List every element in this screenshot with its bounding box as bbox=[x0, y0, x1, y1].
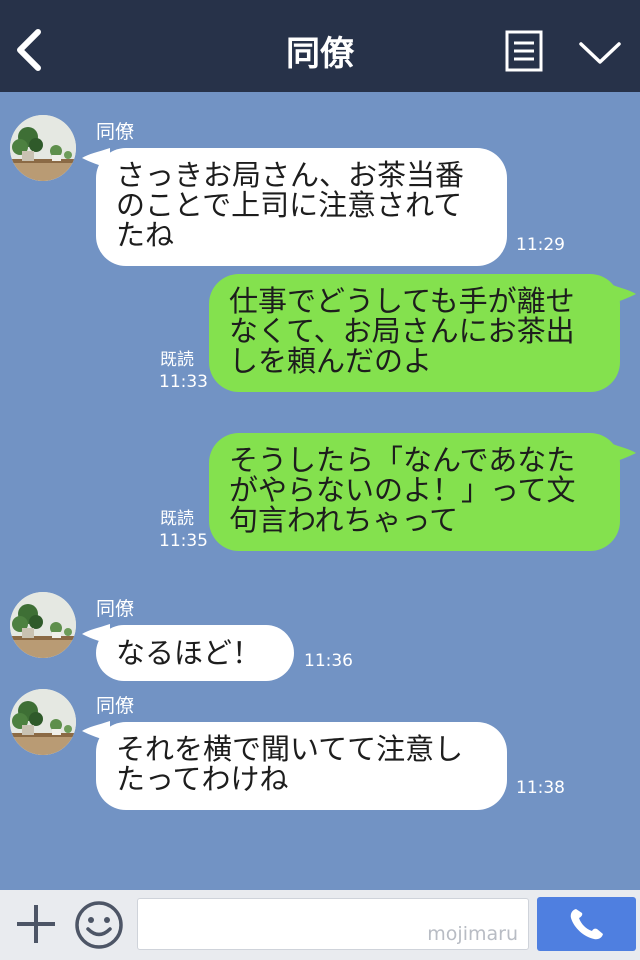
plus-icon[interactable] bbox=[14, 902, 58, 946]
read-receipt: 既読 bbox=[160, 509, 194, 529]
menu-icon[interactable] bbox=[505, 30, 543, 72]
avatar[interactable] bbox=[10, 115, 76, 181]
back-icon[interactable] bbox=[12, 28, 46, 72]
message-time: 11:36 bbox=[304, 651, 353, 671]
message-bubble[interactable]: 仕事でどうしても手が離せ なくて、お局さんにお茶出 しを頼んだのよ bbox=[209, 274, 620, 392]
phone-icon bbox=[570, 909, 603, 940]
avatar[interactable] bbox=[10, 592, 76, 658]
chat-header: 同僚 bbox=[0, 0, 640, 92]
chat-area[interactable]: 同僚 さっきお局さん、お茶当番 のことで上司に注意されて たね 11:29 仕事… bbox=[0, 92, 640, 890]
message-bubble[interactable]: そうしたら「なんであなた がやらないのよ！」って文 句言われちゃって bbox=[209, 433, 620, 551]
sender-name: 同僚 bbox=[96, 695, 135, 717]
message-time: 11:33 bbox=[159, 372, 208, 392]
avatar[interactable] bbox=[10, 689, 76, 755]
message-bubble[interactable]: それを横で聞いてて注意し たってわけね bbox=[96, 722, 507, 810]
sender-name: 同僚 bbox=[96, 598, 135, 620]
sender-name: 同僚 bbox=[96, 121, 135, 143]
message-bubble[interactable]: さっきお局さん、お茶当番 のことで上司に注意されて たね bbox=[96, 148, 507, 266]
message-time: 11:35 bbox=[159, 531, 208, 551]
call-button[interactable] bbox=[537, 897, 636, 951]
input-text: mojimaru bbox=[427, 923, 518, 945]
message-time: 11:29 bbox=[516, 235, 565, 255]
read-receipt: 既読 bbox=[160, 350, 194, 370]
message-bubble[interactable]: なるほど！ bbox=[96, 625, 294, 681]
smile-icon[interactable] bbox=[74, 900, 124, 950]
chat-title: 同僚 bbox=[286, 34, 354, 74]
message-input[interactable]: mojimaru bbox=[137, 898, 529, 950]
message-time: 11:38 bbox=[516, 778, 565, 798]
chevron-down-icon[interactable] bbox=[578, 38, 622, 68]
